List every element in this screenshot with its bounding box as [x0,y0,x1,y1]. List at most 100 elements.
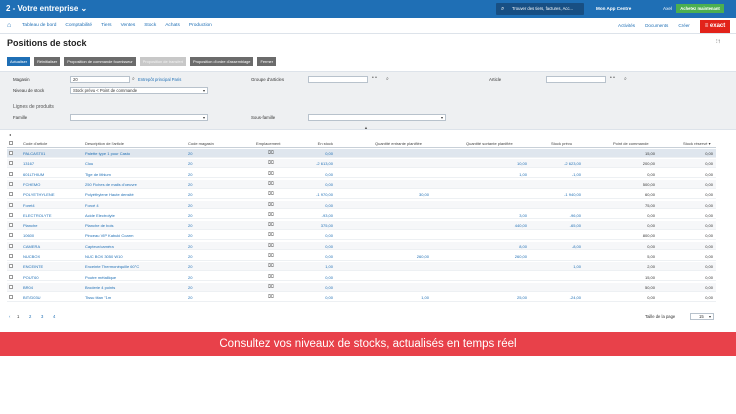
row-checkbox[interactable] [9,212,13,217]
row-checkbox[interactable] [9,274,13,279]
nav-item-tiers[interactable]: Tiers [101,23,111,28]
col-prevu[interactable]: Stock prévu [551,141,572,146]
cell-description[interactable]: Planche de bois [85,223,113,228]
row-checkbox[interactable] [9,151,13,155]
cell-code[interactable]: CAMERA [23,244,40,249]
col-reserve[interactable]: Stock réservé ▾ [683,141,711,146]
col-sortante[interactable]: Quantité sortante planifiée [466,141,513,146]
search-icon[interactable]: ⌕ [132,76,135,82]
row-checkbox[interactable] [9,233,13,238]
groupe-input[interactable] [308,76,368,83]
sousfamille-select[interactable] [308,114,446,121]
table-row[interactable]: NUCBOX NUC BOX 3050 W10 20 0,00 260,00 260,00… [7,252,716,261]
cell-description[interactable]: Acide Electrolyte [85,213,115,218]
cell-code[interactable]: 10600 [23,233,34,238]
magasin-link[interactable]: Entrepôt principal Paris [138,77,181,82]
location-icon[interactable]: ⌧ [268,222,274,228]
page-size-select[interactable]: 15 [690,313,714,320]
table-row[interactable]: CAMERA Capteur/caméra 20 0,00 8,00 -8,00 0,00 0… [7,241,716,251]
location-icon[interactable]: ⌧ [268,181,274,187]
options-icon[interactable]: • • [372,75,377,81]
cell-code[interactable]: 13167 [23,161,34,166]
nav-item-achats[interactable]: Achats [165,23,180,28]
nav-item-production[interactable]: Production [189,23,212,28]
magasin-input[interactable]: 20 [70,76,130,83]
cell-code[interactable]: PALCAST01 [23,151,45,156]
table-row[interactable]: 13167 Clou 20 -2 613,00 10,00 -2 623,00 200,00… [7,159,716,168]
location-icon[interactable]: ⌧ [268,274,274,280]
page-1[interactable]: 1 [17,314,19,319]
cell-code[interactable]: ELECTROLYTE [23,213,52,218]
nav-activites[interactable]: Activités [618,23,635,28]
location-icon[interactable]: ⌧ [268,284,274,290]
nav-item-ventes[interactable]: Ventes [121,23,136,28]
cell-description[interactable]: NUC BOX 3050 W10 [85,254,123,259]
search-icon[interactable]: ⌕ [386,76,389,82]
nav-creer[interactable]: Créer [678,23,690,28]
location-icon[interactable]: ⌧ [268,294,274,300]
cell-description[interactable]: Polyéthylene Haute densité [85,192,134,197]
row-checkbox[interactable] [9,254,13,258]
article-input[interactable] [546,76,606,83]
table-row[interactable]: BIT/D03U Tissu titan "1m 20 0,00 1,00 25,00 -2… [7,293,716,302]
nav-item-stock[interactable]: Stock [144,23,156,28]
home-icon[interactable]: ⌂ [7,22,11,29]
col-entrante[interactable]: Quantité entrante planifiée [375,141,422,146]
table-row[interactable]: POUT60 Poutre métallique 20 0,00 15,00 0,00 ⌧ [7,273,716,282]
nav-item-tableau-de-bord[interactable]: Tableau de bord [22,23,56,28]
row-checkbox[interactable] [9,202,13,207]
col-magasin[interactable]: Code magasin [188,141,214,146]
row-checkbox[interactable] [9,295,13,300]
location-icon[interactable]: ⌧ [268,150,274,156]
table-row[interactable]: ENCEINTE Enceinte Thermonéquille 60°C 20 1,… [7,262,716,271]
col-point-commande[interactable]: Point de commande [613,141,649,146]
reset-button[interactable]: Réinitialiser [34,57,61,66]
user-menu[interactable]: Axel [663,6,672,11]
assembly-order-proposal-button[interactable]: Proposition d'ordre d'assemblage [189,57,254,66]
cell-code[interactable]: Foret4 [23,203,35,208]
cell-code[interactable]: BR04 [23,285,33,290]
cell-description[interactable]: Pinceau VIP Kabuki Coarm [85,233,133,238]
cell-description[interactable]: Palette type 1 pour Casto [85,151,130,156]
row-checkbox[interactable] [9,192,13,197]
location-icon[interactable]: ⌧ [268,191,274,197]
row-checkbox[interactable] [9,243,13,248]
supplier-order-proposal-button[interactable]: Proposition de commande fournisseur [64,57,136,66]
prev-page-icon[interactable]: ‹ [9,314,10,319]
cell-description[interactable]: Poutre métallique [85,275,116,280]
cell-description[interactable]: Enceinte Thermonéquille 60°C [85,264,139,269]
settings-icon[interactable]: ⫶↑ [716,39,721,46]
search-icon[interactable]: ⌕ [624,76,627,82]
row-checkbox[interactable] [9,284,13,289]
row-checkbox[interactable] [9,223,13,228]
search-input[interactable]: ⌕ Trouver des tiers, factures, Acc... [496,3,584,15]
options-icon[interactable]: • • [610,75,615,81]
cell-code[interactable]: NUCBOX [23,254,40,259]
location-icon[interactable]: ⌧ [268,160,274,166]
buy-now-button[interactable]: Achetez maintenant [676,4,724,13]
nav-item-comptabilite[interactable]: Comptabilité [65,23,92,28]
cell-code[interactable]: FCHEMO [23,182,40,187]
refresh-button[interactable]: Actualiser [7,57,31,66]
location-icon[interactable]: ⌧ [268,263,274,269]
row-checkbox[interactable] [9,264,13,269]
cell-description[interactable]: Forcé 4 [85,203,99,208]
location-icon[interactable]: ⌧ [268,232,274,238]
row-checkbox[interactable] [9,181,13,186]
location-icon[interactable]: ⌧ [268,243,274,249]
nav-documents[interactable]: Documents [645,23,668,28]
cell-code[interactable]: BIT/D03U [23,295,41,300]
cell-code[interactable]: POUT60 [23,275,39,280]
col-code[interactable]: Code d'article [23,141,47,146]
table-row[interactable]: ELECTROLYTE Acide Electrolyte 20 -93,00 3,00… [7,211,716,220]
location-icon[interactable]: ⌧ [268,171,274,177]
row-checkbox[interactable] [9,161,13,166]
cell-code[interactable]: 601LTHIUM [23,172,44,177]
cell-description[interactable]: Clou [85,161,93,166]
table-row[interactable]: POLYETHYLENE Polyéthylene Haute densité 20… [7,190,716,199]
table-row[interactable]: Foret4 Forcé 4 20 0,00 75,00 0,00 ⌧ [7,200,716,210]
col-emplacement[interactable]: Emplacement [256,141,280,146]
cell-code[interactable]: Planche [23,223,37,228]
location-icon[interactable]: ⌧ [268,212,274,218]
niveau-select[interactable]: Stock prévu < Point de commande [70,87,208,94]
